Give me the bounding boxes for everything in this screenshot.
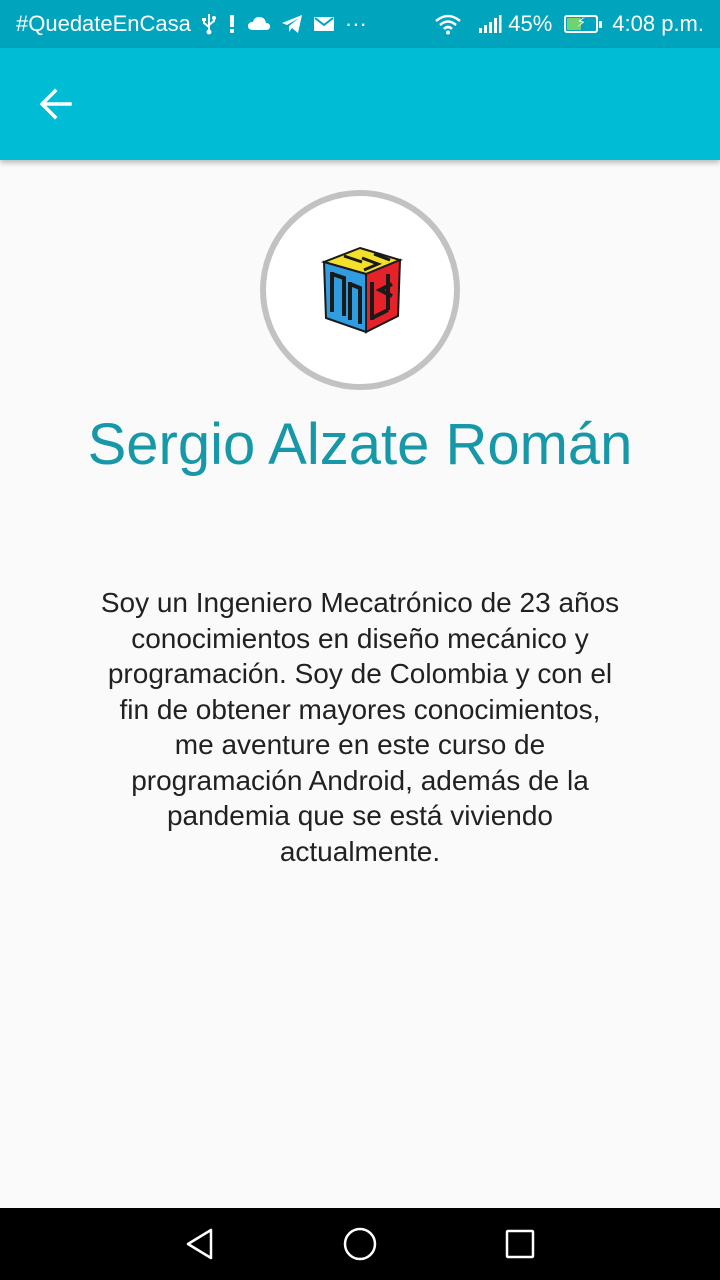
battery-percent: 45% xyxy=(508,11,553,36)
status-right: 45% ⚡ 4:08 p.m. xyxy=(434,11,704,37)
avatar xyxy=(260,190,460,390)
profile-bio: Soy un Ingeniero Mecatrónico de 23 años … xyxy=(100,587,620,867)
back-button[interactable] xyxy=(24,72,88,136)
status-hashtag: #QuedateEnCasa xyxy=(16,11,191,36)
usb-icon xyxy=(201,13,217,35)
alert-icon xyxy=(227,13,237,35)
status-bar: #QuedateEnCasa ··· 45% ⚡ 4:08 p.m. xyxy=(0,0,720,48)
clock: 4:08 p.m. xyxy=(612,11,704,36)
status-left: #QuedateEnCasa ··· xyxy=(16,11,434,37)
back-triangle-icon xyxy=(186,1228,213,1260)
navigation-bar xyxy=(0,1208,720,1280)
rubik-cube-logo xyxy=(320,246,403,334)
arrow-back-icon xyxy=(39,88,72,120)
battery-charging-icon: ⚡ xyxy=(564,14,603,33)
wifi-icon xyxy=(434,13,462,35)
nav-recents-button[interactable] xyxy=(484,1208,556,1280)
screen: #QuedateEnCasa ··· 45% ⚡ 4:08 p.m. Sergi… xyxy=(0,0,720,1280)
recents-square-icon xyxy=(505,1229,535,1259)
mail-icon xyxy=(313,15,335,33)
home-circle-icon xyxy=(343,1227,377,1261)
more-notifications: ··· xyxy=(344,11,367,36)
nav-back-button[interactable] xyxy=(164,1208,236,1280)
profile-name: Sergio Alzate Román xyxy=(87,412,633,477)
telegram-icon xyxy=(281,14,303,34)
nav-home-button[interactable] xyxy=(324,1208,396,1280)
signal-icon xyxy=(478,14,502,34)
cloud-icon xyxy=(247,15,271,33)
app-bar xyxy=(0,48,720,160)
bolt-icon: ⚡ xyxy=(576,14,587,30)
